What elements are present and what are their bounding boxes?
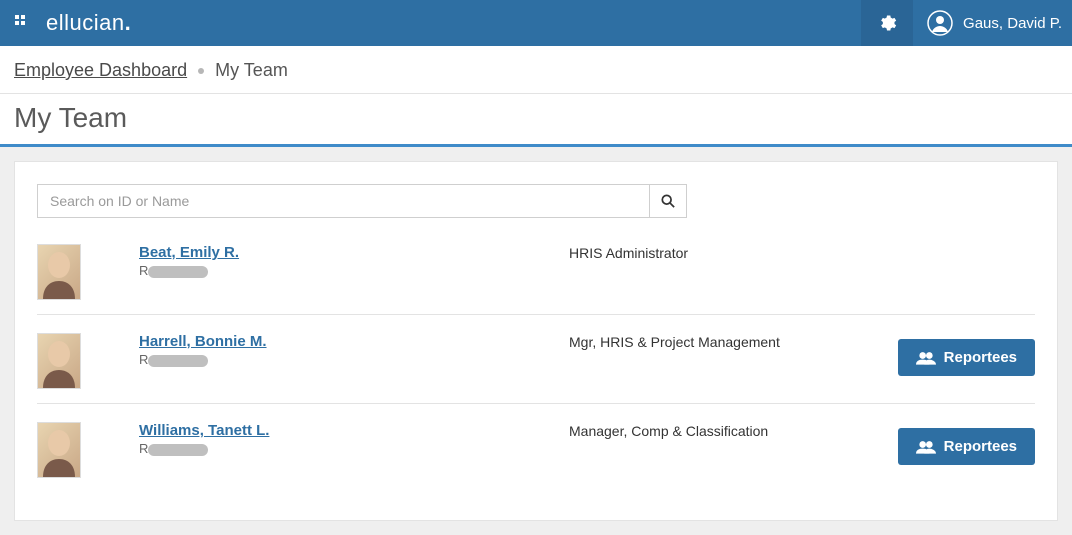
employee-name-link[interactable]: Beat, Emily R.: [139, 244, 239, 261]
reportees-button[interactable]: Reportees: [898, 428, 1035, 465]
breadcrumb-link[interactable]: Employee Dashboard: [14, 60, 187, 80]
search-bar: [37, 184, 1035, 218]
search-input[interactable]: [37, 184, 649, 218]
action-col: Reportees: [829, 333, 1035, 376]
brand-logo: ellucian.: [46, 10, 131, 36]
employee-id: R: [139, 263, 569, 278]
settings-button[interactable]: [861, 0, 913, 46]
breadcrumb-current: My Team: [215, 60, 288, 80]
page-title: My Team: [0, 94, 1072, 144]
avatar: [37, 333, 81, 389]
apps-icon[interactable]: [12, 15, 34, 31]
team-row: Williams, Tanett L. RManager, Comp & Clas…: [37, 422, 1035, 492]
search-button[interactable]: [649, 184, 687, 218]
gear-icon: [877, 13, 897, 33]
employee-name-link[interactable]: Harrell, Bonnie M.: [139, 333, 267, 350]
employee-id: R: [139, 352, 569, 367]
employee-info: Williams, Tanett L. R: [139, 422, 569, 456]
team-panel: Beat, Emily R.RHRIS AdministratorHarrell…: [14, 161, 1058, 521]
breadcrumb: Employee Dashboard My Team: [0, 46, 1072, 94]
avatar: [37, 422, 81, 478]
avatar: [37, 244, 81, 300]
username-label: Gaus, David P.: [963, 15, 1062, 32]
user-menu[interactable]: Gaus, David P.: [913, 10, 1072, 36]
redacted-id: [148, 444, 208, 456]
breadcrumb-separator: [198, 68, 204, 74]
employee-title: HRIS Administrator: [569, 244, 829, 262]
employee-id: R: [139, 441, 569, 456]
people-icon: [916, 440, 936, 454]
people-icon: [916, 351, 936, 365]
content-wrap: Beat, Emily R.RHRIS AdministratorHarrell…: [0, 147, 1072, 535]
employee-title: Manager, Comp & Classification: [569, 422, 829, 440]
employee-info: Harrell, Bonnie M. R: [139, 333, 569, 367]
action-col: [829, 244, 1035, 250]
employee-info: Beat, Emily R. R: [139, 244, 569, 278]
redacted-id: [148, 355, 208, 367]
top-bar: ellucian. Gaus, David P.: [0, 0, 1072, 46]
employee-title: Mgr, HRIS & Project Management: [569, 333, 829, 351]
search-icon: [661, 194, 675, 208]
team-list: Beat, Emily R.RHRIS AdministratorHarrell…: [37, 244, 1035, 492]
user-avatar-icon: [927, 10, 953, 36]
action-col: Reportees: [829, 422, 1035, 465]
redacted-id: [148, 266, 208, 278]
team-row: Harrell, Bonnie M. RMgr, HRIS & Project M…: [37, 333, 1035, 404]
reportees-button[interactable]: Reportees: [898, 339, 1035, 376]
team-row: Beat, Emily R. RHRIS Administrator: [37, 244, 1035, 315]
employee-name-link[interactable]: Williams, Tanett L.: [139, 422, 269, 439]
